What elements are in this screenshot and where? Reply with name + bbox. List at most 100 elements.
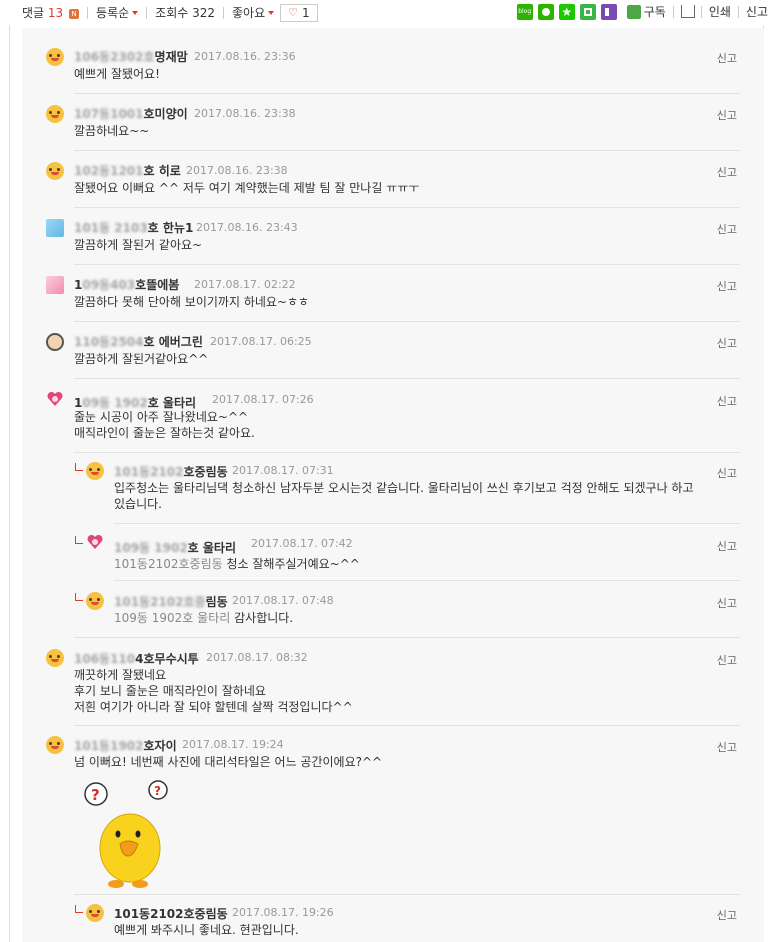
reply-reference[interactable]: 101동2102호중림동 <box>114 557 223 571</box>
like-dropdown[interactable]: 좋아요 <box>232 4 275 21</box>
comment-date: 2017.08.17. 07:48 <box>232 594 334 607</box>
square-icon[interactable] <box>579 3 596 20</box>
avatar <box>46 219 64 237</box>
divider <box>74 452 740 453</box>
report-link[interactable]: 신고 <box>717 221 737 237</box>
caret-down-icon <box>268 11 275 15</box>
report-link[interactable]: 신고 <box>717 538 737 554</box>
divider <box>74 725 740 726</box>
comment-count[interactable]: 댓글 13 N <box>22 4 80 21</box>
separator <box>737 5 739 18</box>
comment-author[interactable]: 101동2102호중림동 <box>114 463 228 480</box>
comment-author[interactable]: 110동2504호 에버그린 <box>74 333 203 350</box>
star-icon[interactable]: ★ <box>558 3 575 20</box>
pin-icon[interactable] <box>600 3 617 20</box>
comment-date: 2017.08.16. 23:36 <box>194 50 296 63</box>
comment-body: 넘 이뻐요! 네번째 사진에 대리석타일은 어느 공간이에요?^^ <box>74 755 383 769</box>
blog-icon[interactable]: blog <box>516 3 533 20</box>
separator <box>700 5 702 18</box>
svg-text:?: ? <box>154 784 161 798</box>
divider <box>114 523 740 524</box>
separator <box>672 5 674 18</box>
print-button[interactable]: 인쇄 <box>709 3 731 20</box>
rss-icon[interactable] <box>626 4 641 19</box>
comment-date: 2017.08.17. 19:24 <box>182 738 284 751</box>
heart-icon: ♡ <box>288 6 298 19</box>
comment-body: 깔끔하네요~~ <box>74 124 150 138</box>
comment-body: 101동2102호중림동 청소 잘해주실거예요~^^ <box>114 557 360 571</box>
reply-reference[interactable]: 109동 1902호 울타리 <box>114 611 230 625</box>
separator <box>146 6 148 19</box>
band-icon[interactable] <box>537 3 554 20</box>
report-link[interactable]: 신고 <box>717 335 737 351</box>
report-link[interactable]: 신고 <box>717 652 737 668</box>
divider <box>74 894 740 895</box>
comments-label: 댓글 <box>22 6 45 20</box>
report-link[interactable]: 신고 <box>717 278 737 294</box>
comment-author[interactable]: 107동1001호미양이 <box>74 105 188 122</box>
reply-indicator <box>75 536 83 544</box>
comment-author[interactable]: 101동2102호중림동 <box>114 593 228 610</box>
comment-author[interactable]: 106동2302호명재맘 <box>74 48 188 65</box>
comment-body: 잘됐어요 이뻐요 ^^ 저두 여기 계약했는데 제발 팀 잘 만나길 ㅠㅠㅜ <box>74 181 420 195</box>
avatar <box>46 333 64 351</box>
report-link[interactable]: 신고 <box>717 107 737 123</box>
report-button[interactable]: 신고 <box>746 3 768 20</box>
comment-author[interactable]: 109동403호뜰에봄 <box>74 276 179 293</box>
divider <box>74 150 740 151</box>
comment-body: 깨끗하게 잘됐네요 후기 보니 줄눈은 매직라인이 잘하네요 저흰 여기가 아니라 … <box>74 668 353 714</box>
comment-author[interactable]: 101동2102호중림동 <box>114 905 228 922</box>
comment-date: 2017.08.16. 23:43 <box>196 221 298 234</box>
comment-date: 2017.08.17. 07:31 <box>232 464 334 477</box>
separator <box>87 6 89 19</box>
comment-body: 깔끔하게 잘된거같아요^^ <box>74 352 209 366</box>
comment-body: 예쁘게 잘됐어요! <box>74 67 160 81</box>
share-toolbar: blog ★ 구독 인쇄 신고 <box>512 3 768 20</box>
new-badge: N <box>69 9 80 19</box>
avatar <box>86 462 104 480</box>
avatar <box>46 390 64 408</box>
report-link[interactable]: 신고 <box>717 465 737 481</box>
separator <box>223 6 224 19</box>
report-link[interactable]: 신고 <box>717 739 737 755</box>
divider <box>74 207 740 208</box>
like-button[interactable]: ♡ 1 <box>280 3 318 22</box>
report-link[interactable]: 신고 <box>717 595 737 611</box>
comment-date: 2017.08.17. 19:26 <box>232 906 334 919</box>
avatar <box>46 649 64 667</box>
like-count: 1 <box>302 5 310 20</box>
report-link[interactable]: 신고 <box>717 393 737 409</box>
divider <box>74 378 740 379</box>
reply-indicator <box>75 905 83 913</box>
share-icon[interactable] <box>680 5 695 18</box>
comment-date: 2017.08.16. 23:38 <box>186 164 288 177</box>
comments-count-value: 13 <box>47 6 64 20</box>
avatar <box>46 276 64 294</box>
report-link[interactable]: 신고 <box>717 50 737 66</box>
avatar <box>46 105 64 123</box>
comment-author[interactable]: 109동 1902호 울타리 <box>114 539 236 556</box>
avatar <box>46 48 64 66</box>
comment-author[interactable]: 106동1104호무수시투 <box>74 650 199 667</box>
comment-list: 106동2302호명재맘 2017.08.16. 23:36 신고 예쁘게 잘됐… <box>22 28 764 942</box>
like-label: 좋아요 <box>232 6 266 20</box>
divider <box>114 580 740 581</box>
comment-body: 깔끔하게 잘된거 같아요~ <box>74 238 203 252</box>
reply-indicator <box>75 463 83 471</box>
report-link[interactable]: 신고 <box>717 164 737 180</box>
comment-author[interactable]: 101동 2103호 한뉴1 <box>74 219 193 236</box>
sort-dropdown[interactable]: 등록순 <box>96 4 139 21</box>
report-link[interactable]: 신고 <box>717 907 737 923</box>
sort-label: 등록순 <box>96 6 130 20</box>
subscribe-button[interactable]: 구독 <box>644 3 666 20</box>
avatar <box>86 904 104 922</box>
divider <box>74 321 740 322</box>
comment-body: 입주청소는 울타리님댁 청소하신 남자두분 오시는것 같습니다. 울타리님이 쓰… <box>114 481 694 511</box>
divider <box>74 264 740 265</box>
avatar <box>86 592 104 610</box>
reply-indicator <box>75 593 83 601</box>
comment-body: 109동 1902호 울타리 감사합니다. <box>114 611 294 625</box>
comment-author[interactable]: 101동1902호자이 <box>74 737 177 754</box>
comment-author[interactable]: 102동1201호 히로 <box>74 162 181 179</box>
comment-date: 2017.08.16. 23:38 <box>194 107 296 120</box>
